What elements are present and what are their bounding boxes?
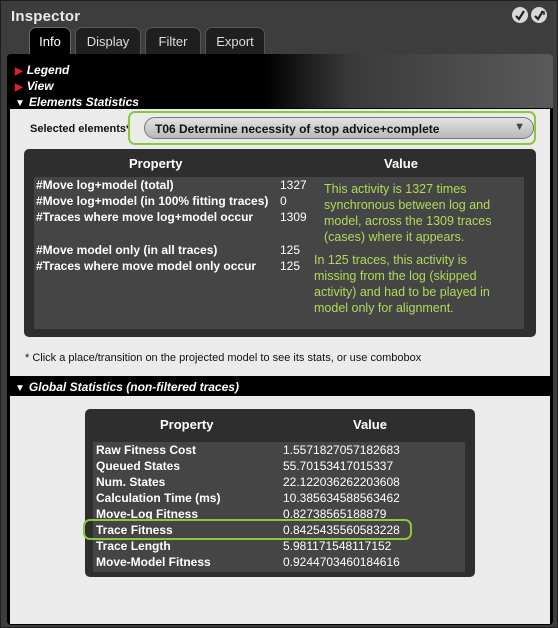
table-row-property: Trace Length <box>96 539 171 553</box>
property-header: Property <box>160 417 214 432</box>
inspector-window: Inspector Info Display Filter Export ▶ Le… <box>0 0 558 628</box>
tab-display[interactable]: Display <box>75 27 141 54</box>
tab-filter[interactable]: Filter <box>145 27 201 54</box>
table-row-property: #Traces where move log+model occur <box>36 210 254 224</box>
legend-section-toggle[interactable]: ▶ Legend <box>15 63 69 77</box>
collapse-arrow-icon: ▼ <box>15 383 25 394</box>
sync-annotation: This activity is 1327 times synchronous … <box>324 182 492 244</box>
element-stats-table: Property Value #Move log+model (total) 1… <box>24 149 536 337</box>
expand-arrow-icon: ▶ <box>15 82 23 93</box>
tab-export[interactable]: Export <box>205 27 265 54</box>
table-row-property: Calculation Time (ms) <box>96 491 221 505</box>
table-row-value: 1.5571827057182683 <box>283 443 400 457</box>
table-row-value: 22.122036262203608 <box>283 475 400 489</box>
maximize-button[interactable] <box>531 7 547 23</box>
trace-fitness-highlight <box>83 519 412 540</box>
value-header: Value <box>353 417 387 432</box>
collapse-arrow-icon: ▼ <box>15 98 25 109</box>
table-row-value: 0 <box>280 194 287 208</box>
info-panel: ▶ Legend ▶ View ▼ Elements Statistics Selec… <box>7 54 553 625</box>
table-row-property: #Move log+model (in 100% fitting traces) <box>36 194 269 208</box>
maximize-icon <box>534 10 545 21</box>
global-statistics-label: Global Statistics (non-filtered traces) <box>28 380 239 394</box>
property-header: Property <box>129 156 183 171</box>
table-row-value: 1327 <box>280 178 307 192</box>
table-row-value: 125 <box>280 259 301 273</box>
undock-icon <box>515 10 525 21</box>
global-statistics-toggle[interactable]: ▼ Global Statistics (non-filtered traces) <box>15 380 239 394</box>
table-row-property: Num. States <box>96 475 166 489</box>
elements-statistics-toggle[interactable]: ▼ Elements Statistics <box>15 95 139 109</box>
table-row-value: 10.385634588563462 <box>283 491 400 505</box>
legend-label: Legend <box>26 63 70 77</box>
selection-hint: * Click a place/transition on the projec… <box>25 352 422 364</box>
tab-info[interactable]: Info <box>29 27 71 54</box>
table-row-property: #Move log+model (total) <box>36 178 174 192</box>
table-row-property: Queued States <box>96 459 181 473</box>
view-section-toggle[interactable]: ▶ View <box>15 79 54 93</box>
global-statistics-panel: Property Value Raw Fitness Cost 1.557182… <box>10 396 550 624</box>
selected-elements-combobox[interactable]: T06 Determine necessity of stop advice+c… <box>144 117 534 139</box>
elements-statistics-panel: Selected elements* T06 Determine necessi… <box>10 109 550 376</box>
chevron-down-icon: ▼ <box>514 121 525 133</box>
table-row-value: 0.9244703460184616 <box>283 555 400 569</box>
table-row-value: 55.70153417015337 <box>283 459 394 473</box>
undock-button[interactable] <box>512 7 528 23</box>
global-stats-bar: ▼ Global Statistics (non-filtered traces) <box>7 378 553 396</box>
selected-elements-label: Selected elements* <box>30 123 131 135</box>
elements-statistics-label: Elements Statistics <box>28 95 139 109</box>
element-stats-body: #Move log+model (total) 1327 #Move log+m… <box>34 177 524 329</box>
table-row-property: Raw Fitness Cost <box>96 443 197 457</box>
table-row-property: #Traces where move model only occur <box>36 259 257 273</box>
value-header: Value <box>384 156 418 171</box>
skipped-annotation: In 125 traces, this activity is missing … <box>314 253 490 315</box>
table-row-value: 125 <box>280 243 301 257</box>
selected-element-value: T06 Determine necessity of stop advice+c… <box>155 122 440 136</box>
global-stats-body: Raw Fitness Cost 1.5571827057182683 Queu… <box>93 442 465 572</box>
table-row-value: 5.981171548117152 <box>283 539 392 553</box>
table-row-property: Move-Model Fitness <box>96 555 211 569</box>
table-row-property: #Move model only (in all traces) <box>36 243 218 257</box>
table-row-value: 1309 <box>280 210 307 224</box>
view-label: View <box>26 79 54 93</box>
global-stats-table: Property Value Raw Fitness Cost 1.557182… <box>85 409 475 577</box>
expand-arrow-icon: ▶ <box>15 66 23 77</box>
window-title: Inspector <box>11 8 81 25</box>
